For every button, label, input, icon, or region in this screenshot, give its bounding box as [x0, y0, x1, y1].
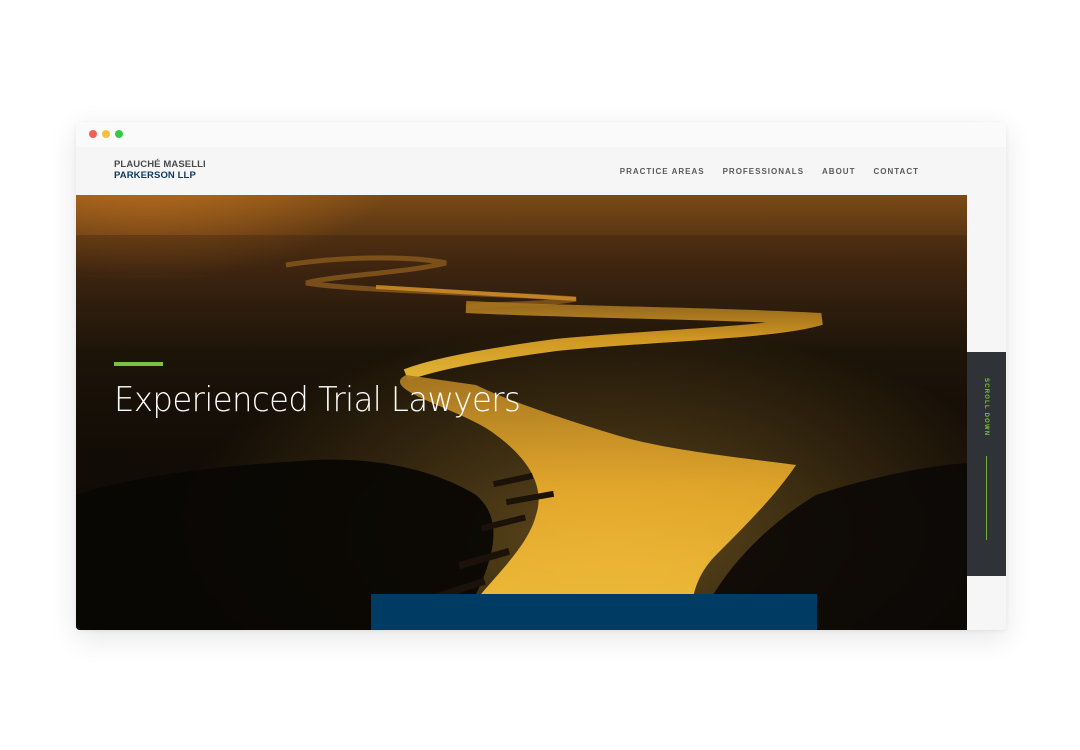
minimize-window-button[interactable] [102, 130, 110, 138]
hero-section: Experienced Trial Lawyers [76, 195, 967, 630]
nav-contact[interactable]: CONTACT [873, 167, 919, 176]
nav-professionals[interactable]: PROFESSIONALS [723, 167, 804, 176]
scroll-down-line [986, 456, 987, 540]
nav-about[interactable]: ABOUT [822, 167, 855, 176]
scroll-down-label: SCROLL DOWN [983, 378, 989, 437]
logo-line-2: PARKERSON LLP [114, 170, 196, 181]
main-nav: PRACTICE AREAS PROFESSIONALS ABOUT CONTA… [620, 167, 919, 176]
site-header: PLAUCHÉ MASELLI PARKERSON LLP PRACTICE A… [76, 147, 1006, 195]
close-window-button[interactable] [89, 130, 97, 138]
hero-accent-bar [114, 362, 163, 366]
hero-bottom-panel [371, 594, 817, 630]
nav-practice-areas[interactable]: PRACTICE AREAS [620, 167, 705, 176]
hero-title: Experienced Trial Lawyers [114, 380, 521, 420]
site-logo[interactable]: PLAUCHÉ MASELLI PARKERSON LLP [114, 159, 206, 181]
maximize-window-button[interactable] [115, 130, 123, 138]
browser-window: PLAUCHÉ MASELLI PARKERSON LLP PRACTICE A… [76, 122, 1006, 630]
logo-line-1: PLAUCHÉ MASELLI [114, 159, 206, 170]
scroll-down-button[interactable]: SCROLL DOWN [967, 352, 1006, 576]
window-titlebar [76, 122, 1006, 147]
